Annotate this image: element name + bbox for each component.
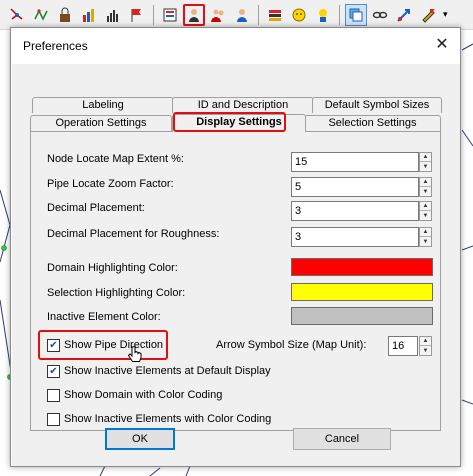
preferences-dialog: Preferences ✕ Labeling ID and Descriptio… [10,27,461,467]
domain-color-label: Domain Highlighting Color: [47,262,178,274]
cancel-button[interactable]: Cancel [293,428,391,450]
arrow-size-input[interactable]: 16 [388,336,418,356]
links-icon [34,8,48,21]
tab-selection-settings[interactable]: Selection Settings [304,115,441,131]
pencil-flag-icon [422,8,435,23]
toolbar-overflow-icon[interactable]: ▾ [443,9,448,20]
chart-color-icon [83,8,94,22]
roughness-spinner[interactable]: ▲ ▼ [419,227,432,247]
toolbar-button-links[interactable] [30,4,52,26]
toolbar-button-lock-user[interactable] [312,4,334,26]
toolbar-separator [339,4,340,25]
show-domain-color-label[interactable]: Show Domain with Color Coding [64,389,222,401]
roughness-label: Decimal Placement for Roughness: [47,228,220,240]
user-group-icon [237,8,247,22]
toolbar-button-smiley[interactable] [288,4,310,26]
toolbar-button-user-preferences[interactable] [183,3,205,26]
selection-color-swatch[interactable] [291,283,433,301]
lock-box-icon [60,7,70,22]
user-preferences-icon [189,8,199,22]
display-settings-highlight [173,112,286,132]
toolbar-button-bar-chart[interactable] [102,4,124,26]
toolbar-button-layers[interactable] [345,3,367,26]
toolbar-button-lock-box[interactable] [54,4,76,26]
dialog-title: Preferences [23,39,88,53]
bar-chart-icon [107,9,118,22]
toolbar-button-flag-chart[interactable] [126,4,148,26]
stack-icon [269,9,281,21]
show-inactive-color-label[interactable]: Show Inactive Elements with Color Coding [64,413,271,425]
pipe-zoom-label: Pipe Locate Zoom Factor: [47,178,174,190]
display-settings-page: Node Locate Map Extent %: 15 ▲ ▼ Pipe Loc… [30,131,441,431]
settings-list-icon [163,8,177,21]
show-inactive-default-label[interactable]: Show Inactive Elements at Default Displa… [64,365,271,377]
lock-user-icon [319,8,327,22]
tab-labeling[interactable]: Labeling [32,97,174,113]
toolbar-separator [153,4,154,25]
toolbar-button-chain-link[interactable] [369,4,391,26]
pointer-network-icon [10,7,23,20]
selection-color-label: Selection Highlighting Color: [47,287,186,299]
close-button[interactable]: ✕ [432,36,452,56]
move-arrow-icon [397,8,410,22]
tab-default-symbol-sizes[interactable]: Default Symbol Sizes [312,97,442,113]
show-inactive-color-checkbox[interactable] [47,413,60,426]
chain-link-icon [372,11,388,18]
arrow-size-label: Arrow Symbol Size (Map Unit): [216,339,367,351]
toolbar-button-chart-color[interactable] [78,4,100,26]
toolbar-button-users[interactable] [207,4,229,26]
roughness-input[interactable]: 3 [291,227,419,247]
arrow-size-spinner[interactable]: ▲ ▼ [419,336,432,356]
tab-id-and-description[interactable]: ID and Description [172,97,314,113]
toolbar-separator [258,4,259,25]
pipe-zoom-input[interactable]: 5 [291,177,419,197]
node-locate-label: Node Locate Map Extent %: [47,153,184,165]
node-locate-spinner[interactable]: ▲ ▼ [419,152,432,172]
inactive-color-label: Inactive Element Color: [47,311,161,323]
toolbar-button-user-group[interactable] [231,4,253,26]
users-icon [211,9,224,22]
smiley-icon [292,8,306,21]
ok-button[interactable]: OK [105,428,175,450]
dialog-client-area: Labeling ID and Description Default Symb… [12,64,460,466]
flag-chart-icon [131,8,141,22]
decimal-placement-input[interactable]: 3 [291,201,419,221]
show-domain-color-checkbox[interactable] [47,389,60,402]
main-toolbar: ▾ [0,0,473,30]
layers-icon [349,8,363,21]
dialog-titlebar[interactable]: Preferences ✕ [11,28,460,64]
show-pipe-direction-checkbox[interactable] [47,339,60,352]
domain-color-swatch[interactable] [291,258,433,276]
inactive-color-swatch[interactable] [291,307,433,325]
toolbar-button-pencil-flag[interactable] [417,4,439,26]
hand-cursor-icon [127,346,142,362]
tab-operation-settings[interactable]: Operation Settings [30,115,172,131]
decimal-placement-spinner[interactable]: ▲ ▼ [419,201,432,221]
toolbar-button-settings-list[interactable] [159,4,181,26]
toolbar-button-move-arrow[interactable] [393,4,415,26]
pipe-zoom-spinner[interactable]: ▲ ▼ [419,177,432,197]
show-pipe-direction-label[interactable]: Show Pipe Direction [64,339,163,351]
close-icon: ✕ [435,36,449,53]
show-inactive-default-checkbox[interactable] [47,365,60,378]
toolbar-button-stack[interactable] [264,4,286,26]
toolbar-button-pointer-network[interactable] [6,4,28,26]
node-locate-input[interactable]: 15 [291,152,419,172]
decimal-placement-label: Decimal Placement: [47,202,145,214]
